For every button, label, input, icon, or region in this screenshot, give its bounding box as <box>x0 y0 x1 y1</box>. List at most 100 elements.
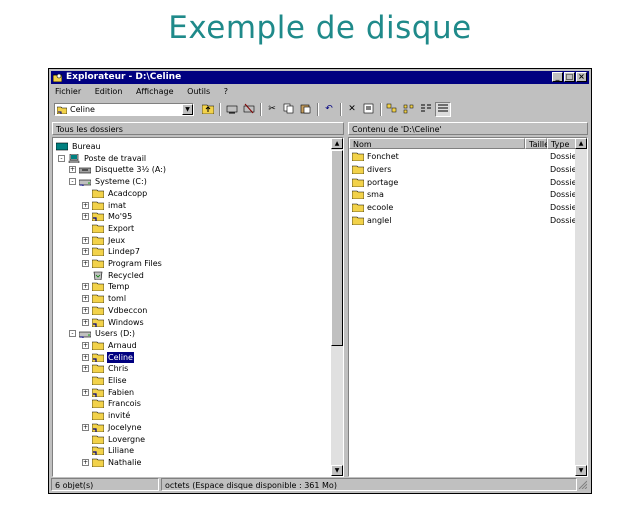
title-bar[interactable]: Explorateur - D:\Celine _ □ × <box>51 71 589 84</box>
list-item[interactable]: sma Dossier <box>349 189 580 200</box>
tree-item[interactable]: + Celine <box>82 351 323 363</box>
cut-icon[interactable]: ✂ <box>264 102 280 117</box>
tree-item[interactable]: + Fabien <box>82 387 323 398</box>
minimize-button[interactable]: _ <box>552 72 563 82</box>
scroll-down-arrow-icon[interactable]: ▼ <box>331 465 343 476</box>
tree-item[interactable]: + Windows <box>82 317 323 328</box>
expand-icon[interactable]: + <box>82 353 89 361</box>
list-item-name: ecoole <box>367 203 394 213</box>
collapse-icon[interactable]: - <box>69 178 76 186</box>
tree-scroll-thumb[interactable] <box>331 150 343 346</box>
tree-item[interactable]: + Nathalie <box>82 457 323 468</box>
tree-item[interactable]: Liliane <box>82 445 323 456</box>
expand-icon[interactable]: + <box>82 260 89 267</box>
disconnect-drive-icon[interactable] <box>241 102 257 117</box>
expand-icon[interactable]: + <box>69 166 76 174</box>
address-combo[interactable]: Celine ▼ <box>54 103 194 116</box>
shared-folder-icon <box>92 212 104 222</box>
tree-item[interactable]: Export <box>82 223 323 234</box>
scroll-down-arrow-icon[interactable]: ▼ <box>575 465 587 476</box>
column-header-size[interactable]: Taille <box>525 138 549 149</box>
expand-icon[interactable]: + <box>82 365 89 373</box>
tree-item[interactable]: + Lindep7 <box>82 246 323 257</box>
list-item[interactable]: ecoole Dossier <box>349 202 580 213</box>
tree-item[interactable]: + toml <box>82 293 323 304</box>
scroll-up-arrow-icon[interactable]: ▲ <box>575 138 587 149</box>
expand-icon[interactable]: + <box>82 201 89 209</box>
tree-item[interactable]: + Chris <box>82 363 323 374</box>
up-folder-icon[interactable] <box>200 102 216 117</box>
resize-grip-icon[interactable] <box>577 479 587 489</box>
tree-item[interactable]: - Poste de travail <box>58 153 323 164</box>
tree-item[interactable]: + Mo'95 <box>82 211 323 222</box>
expand-icon[interactable]: + <box>82 388 89 396</box>
paste-icon[interactable] <box>298 102 314 117</box>
tree-item[interactable]: Recycled <box>82 270 323 281</box>
large-icons-view-icon[interactable] <box>384 102 400 117</box>
menu-help[interactable]: ? <box>224 87 228 96</box>
tree-item-label: Poste de travail <box>84 153 147 163</box>
tree-item-label: Elise <box>108 376 127 385</box>
scroll-up-arrow-icon[interactable]: ▲ <box>331 138 343 149</box>
folder-icon <box>92 341 104 350</box>
expand-icon[interactable]: + <box>82 283 89 291</box>
column-header-name[interactable]: Nom <box>349 138 525 149</box>
folder-icon <box>92 306 104 315</box>
list-item[interactable]: portage Dossier <box>349 177 580 188</box>
menu-edition[interactable]: Edition <box>95 87 123 96</box>
tree-item[interactable]: Acadcopp <box>82 188 323 199</box>
properties-icon[interactable] <box>361 102 377 117</box>
copy-icon[interactable] <box>281 102 297 117</box>
list-item-name: Fonchet <box>367 152 399 161</box>
tree-item[interactable]: Bureau <box>56 141 323 152</box>
delete-icon[interactable]: ✕ <box>344 102 360 117</box>
expand-icon[interactable]: + <box>82 318 89 326</box>
list-item[interactable]: divers Dossier <box>349 164 580 175</box>
tree-item[interactable]: - Users (D:) <box>69 328 323 339</box>
tree-item[interactable]: - Systeme (C:) <box>69 176 323 187</box>
list-item-name: sma <box>367 190 384 200</box>
tree-item[interactable]: + Arnaud <box>82 340 323 351</box>
tree-item[interactable]: + Program Files <box>82 258 323 269</box>
slide-title: Exemple de disque <box>168 10 472 46</box>
collapse-icon[interactable]: - <box>58 154 65 162</box>
expand-icon[interactable]: + <box>82 341 89 349</box>
details-view-icon[interactable] <box>435 102 451 117</box>
small-icons-view-icon[interactable] <box>401 102 417 117</box>
menu-fichier[interactable]: Fichier <box>55 87 81 96</box>
collapse-icon[interactable]: - <box>69 330 76 338</box>
tree-item-label: Liliane <box>108 446 135 456</box>
tree-item[interactable]: + Temp <box>82 281 323 292</box>
undo-icon[interactable]: ↶ <box>321 102 337 117</box>
list-item[interactable]: anglel Dossier <box>349 215 580 226</box>
tree-item[interactable]: Lovergne <box>82 434 323 445</box>
map-drive-icon[interactable] <box>224 102 240 117</box>
list-scrollbar[interactable]: ▲ ▼ <box>575 138 587 476</box>
expand-icon[interactable]: + <box>82 306 89 314</box>
tree-item[interactable]: + imat <box>82 200 323 211</box>
tree-item[interactable]: Francois <box>82 398 323 409</box>
column-header-type[interactable]: Type <box>547 138 577 149</box>
expand-icon[interactable]: + <box>82 423 89 431</box>
menu-affichage[interactable]: Affichage <box>136 87 174 96</box>
tree-item[interactable]: + Jeux <box>82 235 323 246</box>
tree-item[interactable]: invité <box>82 410 323 421</box>
status-object-count: 6 objet(s) <box>51 478 159 491</box>
address-dropdown-button[interactable]: ▼ <box>182 104 193 115</box>
tree-item[interactable]: + Vdbeccon <box>82 305 323 316</box>
tree-scrollbar[interactable]: ▲ ▼ <box>331 138 343 476</box>
tree-item[interactable]: Elise <box>82 375 323 386</box>
expand-icon[interactable]: + <box>82 213 89 221</box>
tree-item[interactable]: + Jocelyne <box>82 422 323 433</box>
expand-icon[interactable]: + <box>82 458 89 466</box>
tree-item[interactable]: + Disquette 3½ (A:) <box>69 164 323 175</box>
expand-icon[interactable]: + <box>82 248 89 256</box>
expand-icon[interactable]: + <box>82 236 89 244</box>
close-button[interactable]: × <box>576 72 587 82</box>
list-view-icon[interactable] <box>418 102 434 117</box>
maximize-button[interactable]: □ <box>564 72 575 82</box>
toolbar-separator <box>380 103 382 116</box>
expand-icon[interactable]: + <box>82 295 89 303</box>
menu-outils[interactable]: Outils <box>187 87 210 96</box>
list-item[interactable]: Fonchet Dossier <box>349 151 580 162</box>
